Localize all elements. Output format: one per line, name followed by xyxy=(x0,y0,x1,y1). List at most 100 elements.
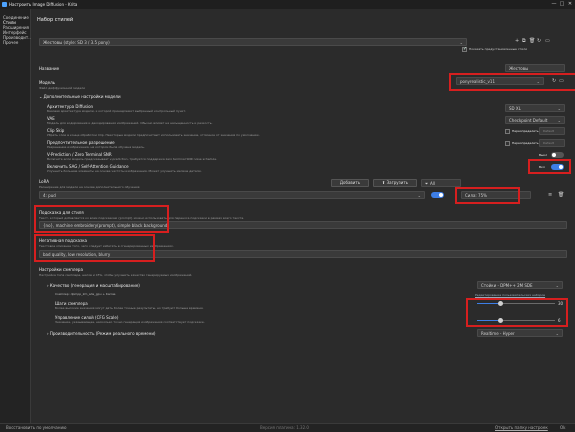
lora-enable-toggle[interactable] xyxy=(431,192,444,198)
plugin-version: Версия плагина: 1.32.0 xyxy=(260,425,309,430)
vae-dropdown[interactable]: Checkpoint Default ⌄ xyxy=(505,116,565,124)
add-style-icon[interactable]: + xyxy=(515,38,519,44)
cfg-desc: Значение, указывающее, насколько точно г… xyxy=(55,320,205,324)
lora-upload-button[interactable]: ⬆ Загрузить xyxy=(373,179,417,187)
realtime-label: Производительность (Режим реального врем… xyxy=(49,331,156,336)
sampler-settings-label: Настройки сэмплера xyxy=(39,267,83,272)
positive-prompt-value: {no}, machine embroidery(prompt), simple… xyxy=(43,223,168,228)
refresh-icon[interactable]: ↻ xyxy=(537,38,541,44)
cfg-slider-handle[interactable] xyxy=(498,318,504,323)
lora-select-value: 4: pud xyxy=(43,193,56,198)
chevron-down-icon: ⌄ xyxy=(557,106,561,111)
maximize-button[interactable]: □ xyxy=(558,1,566,8)
chevron-down-icon: ⌄ xyxy=(555,283,559,288)
lora-select-dropdown[interactable]: 4: pud ⌄ xyxy=(39,191,425,199)
show-presets-label: Показать предустановленные стили xyxy=(469,47,528,51)
negative-prompt-desc: Текстовое описание того, чего следует из… xyxy=(39,244,174,248)
restore-defaults-button[interactable]: Восстановить по умолчанию xyxy=(6,425,66,430)
architecture-value: SD XL xyxy=(509,106,521,111)
edit-presets-link[interactable]: Редактирование пользовательских наборов xyxy=(475,293,545,297)
resolution-override-label: Переопределить xyxy=(512,141,539,145)
resolution-value: Default xyxy=(543,141,554,145)
folder-icon[interactable]: ▭ xyxy=(559,78,564,84)
clip-skip-override-checkbox[interactable] xyxy=(505,129,510,134)
model-desc: Файл диффузионной модели xyxy=(39,86,86,90)
trash-icon[interactable]: 🗑 xyxy=(558,192,564,198)
clip-skip-override-label: Переопределить xyxy=(512,129,539,133)
resolution-override-checkbox[interactable] xyxy=(505,141,510,146)
styles-panel: Набор стилей Жестовы (style: SD 3 / 3.5 … xyxy=(31,9,575,423)
negative-prompt-label: Негативная подсказка xyxy=(39,238,87,243)
clip-skip-spinbox[interactable]: Default xyxy=(539,127,565,135)
settings-sidebar: Соединение Стили Расширения Интерфейс Пр… xyxy=(0,9,32,423)
duplicate-style-icon[interactable]: ⧉ xyxy=(522,38,526,44)
sag-toggle[interactable] xyxy=(551,164,564,170)
positive-prompt-label: Подсказка для стиля xyxy=(39,210,84,215)
sampler-settings-desc: Настройка типа сэмплера, шагов и CFG, чт… xyxy=(39,273,193,277)
model-dropdown[interactable]: ponyrealistic_v11 ⌄ xyxy=(456,77,544,85)
model-label: Модель xyxy=(39,80,56,85)
steps-slider-handle[interactable] xyxy=(498,301,504,306)
delete-style-icon[interactable]: 🗑 xyxy=(529,38,535,44)
lora-add-button[interactable]: Добавить xyxy=(331,179,369,187)
show-presets-checkbox[interactable] xyxy=(462,46,467,52)
style-name-value: Жестовы xyxy=(509,66,529,71)
sag-state: Вкл xyxy=(539,165,545,169)
open-settings-folder-link[interactable]: Открыть папку настроек xyxy=(495,425,548,430)
lora-upload-label: Загрузить xyxy=(386,180,409,185)
positive-prompt-desc: Текст, который добавляется ко всем подск… xyxy=(39,216,245,220)
realtime-preset-dropdown[interactable]: Realtime - Hyper ⌄ xyxy=(477,329,563,337)
clip-skip-desc: Убрать слои в конце обработки Clip. Неко… xyxy=(47,133,260,137)
style-selector-value: Жестовы (style: SD 3 / 3.5 pony) xyxy=(43,40,110,45)
style-selector-dropdown[interactable]: Жестовы (style: SD 3 / 3.5 pony) ⌄ xyxy=(39,38,467,46)
chevron-down-icon: ⌄ xyxy=(557,118,561,123)
sag-desc: Улучшить большие элементы на основе част… xyxy=(47,169,202,173)
window-title: Настроить Image Diffusion - Krita xyxy=(9,2,78,7)
vpred-toggle[interactable] xyxy=(551,152,564,158)
negative-prompt-input[interactable]: bad quality, low resolution, blurry xyxy=(39,250,567,258)
quality-preset-value: Стойки - DPM++ 2M SDE xyxy=(481,283,533,288)
positive-prompt-input[interactable]: {no}, machine embroidery(prompt), simple… xyxy=(39,221,567,229)
chevron-down-icon: ⌄ xyxy=(536,79,540,84)
chevron-down-icon: ⌄ xyxy=(555,331,559,336)
steps-slider[interactable] xyxy=(477,301,555,306)
refresh-icon[interactable]: ↻ xyxy=(552,78,556,84)
vpred-state: Выкл xyxy=(539,153,548,157)
chevron-down-icon: ⌄ xyxy=(417,193,421,198)
quality-header[interactable]: › Качество (генерация и масштабирование) xyxy=(47,283,140,288)
close-window-button[interactable]: ✕ xyxy=(566,1,574,8)
lora-label: LoRA xyxy=(39,179,49,184)
advanced-model-label: Дополнительные настройки модели xyxy=(43,94,121,99)
lora-filter-dropdown[interactable]: ⏷ All xyxy=(421,179,461,187)
ok-button[interactable]: Ok xyxy=(560,425,565,430)
realtime-header[interactable]: › Производительность (Режим реального вр… xyxy=(47,331,155,336)
sidebar-item-other[interactable]: Прочее xyxy=(3,40,18,45)
lora-desc: Расширение для модели на основе дополнит… xyxy=(39,185,140,189)
quality-preset-dropdown[interactable]: Стойки - DPM++ 2M SDE ⌄ xyxy=(477,281,563,289)
vae-desc: Модель для кодирования и декодирования и… xyxy=(47,121,213,125)
steps-desc: Более высокие значения могут дать более … xyxy=(55,306,204,310)
realtime-preset-value: Realtime - Hyper xyxy=(481,331,515,336)
lora-filter-value: All xyxy=(430,181,435,186)
krita-app-icon xyxy=(2,2,7,7)
name-label: Название xyxy=(39,66,60,71)
architecture-dropdown[interactable]: SD XL ⌄ xyxy=(505,104,565,112)
filter-icon: ⏷ xyxy=(425,181,429,186)
cfg-slider[interactable] xyxy=(477,318,555,323)
quality-label: Качество (генерация и масштабирование) xyxy=(49,283,140,288)
architecture-desc: Базовая архитектура модели, к которой пр… xyxy=(47,109,187,113)
model-value: ponyrealistic_v11 xyxy=(460,79,495,84)
highlight-sag xyxy=(528,159,571,174)
resolution-desc: Разрешение изображения, на котором была … xyxy=(47,145,145,149)
folder-icon[interactable]: ▭ xyxy=(545,38,550,44)
advanced-model-header[interactable]: ⌄ Дополнительные настройки модели xyxy=(39,94,121,99)
sampler-info: Сэмплер: dpmpp_2m_sde_gpu + Karras xyxy=(55,292,116,296)
lora-strength-input[interactable]: Сила: 75% xyxy=(461,191,531,199)
style-name-input[interactable]: Жестовы xyxy=(505,64,565,72)
resolution-spinbox[interactable]: Default xyxy=(539,139,565,147)
chevron-down-icon: ⌄ xyxy=(459,40,463,45)
minimize-button[interactable]: — xyxy=(550,1,558,8)
options-icon[interactable]: ≡ xyxy=(548,192,552,198)
negative-prompt-value: bad quality, low resolution, blurry xyxy=(43,252,111,257)
lora-strength-value: Сила: 75% xyxy=(465,193,487,198)
